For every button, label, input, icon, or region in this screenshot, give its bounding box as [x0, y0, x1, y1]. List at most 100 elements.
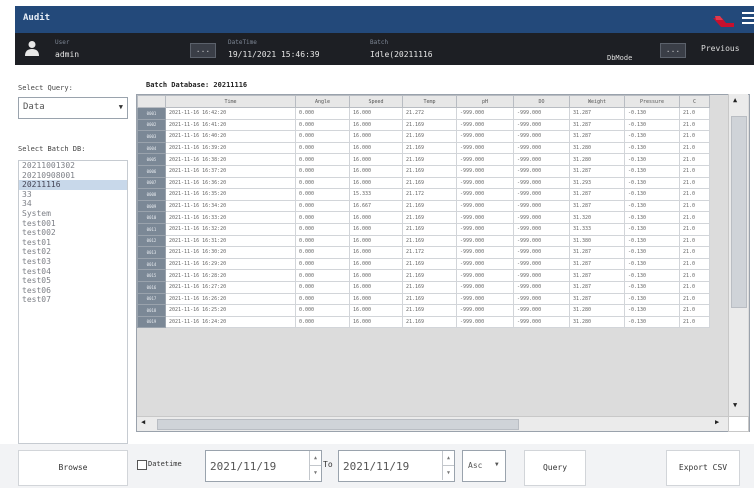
table-row[interactable]: 0009 2021-11-16 16:34:20 0.000 16.667 21.169… [137, 199, 710, 213]
table-cell: 21.0 [679, 153, 710, 166]
order-select[interactable]: Asc ▼ [462, 450, 506, 482]
batch-list-item[interactable]: 20211116 [19, 180, 127, 190]
scroll-up-icon[interactable]: ▲ [733, 96, 737, 104]
scroll-left-icon[interactable]: ◀ [141, 418, 145, 426]
column-header[interactable]: DO [513, 95, 570, 108]
row-header[interactable]: 0013 [137, 246, 166, 259]
horizontal-scroll-thumb[interactable] [157, 419, 519, 430]
batch-list-item[interactable]: 33 [19, 190, 127, 200]
column-header[interactable]: Weight [569, 95, 625, 108]
row-header[interactable]: 0003 [137, 130, 166, 143]
table-cell: -999.000 [456, 222, 514, 236]
table-cell: -999.000 [456, 269, 514, 282]
row-header[interactable]: 0008 [137, 188, 166, 201]
table-cell: 21.0 [679, 269, 710, 282]
table-row[interactable]: 0018 2021-11-16 16:25:20 0.000 16.000 21.169… [137, 304, 710, 317]
table-row[interactable]: 0014 2021-11-16 16:29:20 0.000 16.000 21.169… [137, 257, 710, 271]
table-cell: 16.000 [349, 164, 403, 178]
spin-up-icon[interactable]: ▲ [442, 451, 454, 466]
table-cell: -0.130 [624, 176, 680, 190]
row-header[interactable]: 0015 [137, 269, 166, 282]
row-header[interactable]: 0001 [137, 107, 166, 120]
table-cell: -999.000 [513, 107, 570, 120]
browse-button[interactable]: Browse [18, 450, 128, 486]
row-header[interactable]: 0014 [137, 257, 166, 271]
horizontal-scrollbar[interactable]: ◀ ▶ [137, 416, 728, 431]
column-header[interactable]: Angle [295, 95, 350, 108]
query-select[interactable]: Data ▼ [18, 97, 128, 119]
row-header[interactable]: 0010 [137, 211, 166, 224]
batch-list-item[interactable]: test03 [19, 257, 127, 267]
batch-list-item[interactable]: 20211001302 [19, 161, 127, 171]
batch-list-item[interactable]: 20210908001 [19, 171, 127, 181]
table-row[interactable]: 0015 2021-11-16 16:28:20 0.000 16.000 21.169… [137, 269, 710, 282]
column-header[interactable]: C [679, 95, 710, 108]
table-row[interactable]: 0002 2021-11-16 16:41:20 0.000 16.000 21.169… [137, 118, 710, 132]
datetime-picker-button[interactable]: ... [190, 43, 216, 58]
vertical-scroll-thumb[interactable] [731, 116, 747, 308]
batch-list-item[interactable]: test06 [19, 286, 127, 296]
datetime-checkbox[interactable] [137, 460, 147, 470]
table-cell: 21.0 [679, 188, 710, 201]
table-row[interactable]: 0013 2021-11-16 16:30:20 0.000 16.000 21.172… [137, 246, 710, 259]
batch-list-item[interactable]: test02 [19, 247, 127, 257]
row-header[interactable]: 0005 [137, 153, 166, 166]
row-header[interactable]: 0002 [137, 118, 166, 132]
batch-list-item[interactable]: test002 [19, 228, 127, 238]
batch-list-item[interactable]: test04 [19, 267, 127, 277]
column-header[interactable]: Time [165, 95, 296, 108]
column-header[interactable]: Speed [349, 95, 403, 108]
row-header[interactable]: 0017 [137, 292, 166, 306]
query-button[interactable]: Query [524, 450, 586, 486]
previous-button[interactable]: Previous [701, 44, 740, 53]
previous-dots-button[interactable]: ... [660, 43, 686, 58]
batch-list-item[interactable]: test07 [19, 295, 127, 305]
spin-down-icon[interactable]: ▼ [309, 466, 321, 480]
batch-list[interactable]: 20211001302 20210908001 20211116 33 34 System… [18, 160, 128, 444]
spin-up-icon[interactable]: ▲ [309, 451, 321, 466]
row-header[interactable]: 0009 [137, 199, 166, 213]
scroll-down-icon[interactable]: ▼ [733, 401, 737, 409]
row-header[interactable]: 0011 [137, 222, 166, 236]
column-header[interactable]: pH [456, 95, 514, 108]
table-row[interactable]: 0006 2021-11-16 16:37:20 0.000 16.000 21.169… [137, 164, 710, 178]
batch-list-item[interactable]: System [19, 209, 127, 219]
batch-list-item[interactable]: test01 [19, 238, 127, 248]
table-row[interactable]: 0019 2021-11-16 16:24:20 0.000 16.000 21.169… [137, 315, 710, 329]
spin-down-icon[interactable]: ▼ [442, 466, 454, 480]
table-row[interactable]: 0001 2021-11-16 16:42:20 0.000 16.000 21.272… [137, 107, 710, 120]
table-row[interactable]: 0010 2021-11-16 16:33:20 0.000 16.000 21.169… [137, 211, 710, 224]
to-date-value: 2021/11/19 [343, 460, 410, 473]
export-csv-button[interactable]: Export CSV [666, 450, 740, 486]
table-row[interactable]: 0017 2021-11-16 16:26:20 0.000 16.000 21.169… [137, 292, 710, 306]
to-date-input[interactable]: 2021/11/19 ▲ ▼ [338, 450, 455, 482]
table-cell: 0.000 [295, 107, 350, 120]
table-row[interactable]: 0005 2021-11-16 16:38:20 0.000 16.000 21.169… [137, 153, 710, 166]
table-row[interactable]: 0008 2021-11-16 16:35:20 0.000 15.333 21.172… [137, 188, 710, 201]
row-header[interactable]: 0018 [137, 304, 166, 317]
data-table[interactable]: Time Angle Speed Temp pH DO Weight Pressure C 00… [136, 94, 750, 432]
table-cell: 21.0 [679, 211, 710, 224]
scroll-right-icon[interactable]: ▶ [715, 418, 719, 426]
batch-list-item[interactable]: test001 [19, 219, 127, 229]
table-row[interactable]: 0007 2021-11-16 16:36:20 0.000 16.000 21.169… [137, 176, 710, 190]
column-header[interactable]: Temp [402, 95, 457, 108]
table-row[interactable]: 0011 2021-11-16 16:32:20 0.000 16.000 21.169… [137, 222, 710, 236]
table-row[interactable]: 0004 2021-11-16 16:39:20 0.000 16.000 21.169… [137, 141, 710, 155]
column-header[interactable]: Pressure [624, 95, 680, 108]
vertical-scrollbar[interactable]: ▲ ▼ [728, 94, 748, 416]
row-header[interactable]: 0006 [137, 164, 166, 178]
batch-list-item[interactable]: test05 [19, 276, 127, 286]
table-row[interactable]: 0012 2021-11-16 16:31:20 0.000 16.000 21.169… [137, 234, 710, 248]
row-header[interactable]: 0004 [137, 141, 166, 155]
table-row[interactable]: 0003 2021-11-16 16:40:20 0.000 16.000 21.169… [137, 130, 710, 143]
from-date-input[interactable]: 2021/11/19 ▲ ▼ [205, 450, 322, 482]
row-header[interactable]: 0012 [137, 234, 166, 248]
row-header[interactable]: 0019 [137, 315, 166, 329]
row-header[interactable]: 0016 [137, 280, 166, 294]
row-header[interactable]: 0007 [137, 176, 166, 190]
menu-icon[interactable] [742, 12, 754, 26]
select-query-label: Select Query: [18, 84, 73, 92]
batch-list-item[interactable]: 34 [19, 199, 127, 209]
table-row[interactable]: 0016 2021-11-16 16:27:20 0.000 16.000 21.169… [137, 280, 710, 294]
